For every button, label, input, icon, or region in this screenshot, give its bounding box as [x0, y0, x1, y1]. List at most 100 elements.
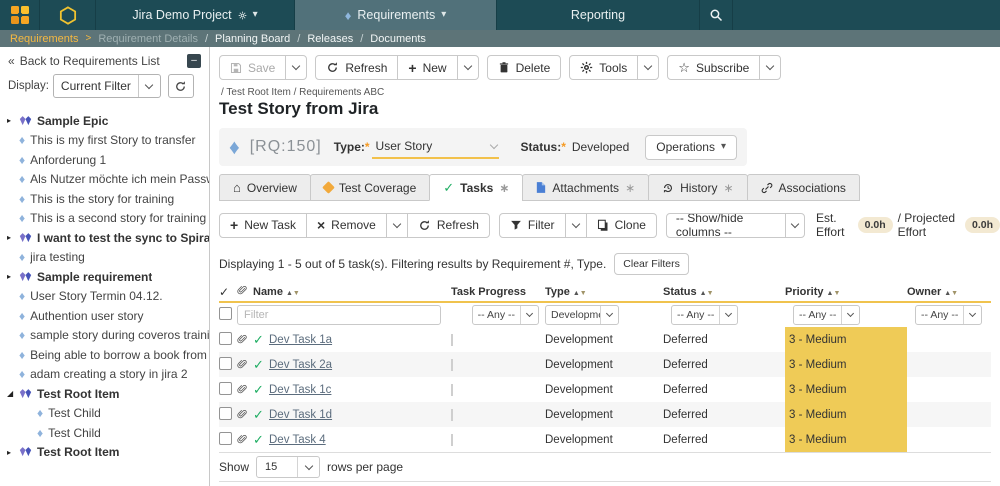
task-refresh-button[interactable]: Refresh — [407, 213, 490, 238]
tree-item[interactable]: ♦jira testing — [0, 248, 209, 268]
tree-item[interactable]: ♦Being able to borrow a book from — [0, 345, 209, 365]
subscribe-button[interactable]: ☆ Subscribe — [667, 55, 760, 80]
collapsed-arrow-icon[interactable]: ▸ — [7, 448, 19, 457]
save-dropdown-button[interactable] — [285, 55, 307, 80]
type-select[interactable]: User Story — [372, 135, 499, 159]
task-name-link[interactable]: Dev Task 4 — [269, 434, 326, 446]
task-check-icon: ✓ — [253, 432, 269, 448]
search-button[interactable] — [700, 0, 733, 30]
tree-item[interactable]: ▸Test Root Item — [0, 443, 209, 463]
sort-desc-icon[interactable]: ▼ — [951, 290, 958, 297]
type-filter-select[interactable]: Developme — [545, 305, 619, 325]
tree-item[interactable]: ▸Sample requirement — [0, 267, 209, 287]
row-checkbox[interactable] — [219, 432, 232, 445]
display-filter-select[interactable]: Current Filter — [53, 74, 161, 98]
row-checkbox[interactable] — [219, 357, 232, 370]
priority-filter-select[interactable]: -- Any -- — [793, 305, 860, 325]
tab-tasks[interactable]: ✓ Tasks ∗ — [429, 174, 523, 201]
tree-item[interactable]: ♦This is the story for training — [0, 189, 209, 209]
tree-item[interactable]: ♦adam creating a story in jira 2 — [0, 365, 209, 385]
show-hide-columns-select[interactable]: -- Show/hide columns -- — [666, 213, 805, 238]
column-header-status[interactable]: Status▲▼ — [663, 286, 785, 298]
remove-task-button[interactable]: × Remove — [306, 213, 387, 238]
filter-dropdown-button[interactable] — [565, 213, 587, 238]
subscribe-dropdown-button[interactable] — [759, 55, 781, 80]
breadcrumb-documents[interactable]: Documents — [370, 33, 426, 45]
tree-item[interactable]: ♦Test Child — [0, 404, 209, 424]
back-to-requirements-link[interactable]: « Back to Requirements List — [8, 54, 160, 68]
tree-item[interactable]: ♦Als Nutzer möchte ich mein Passw — [0, 170, 209, 190]
new-dropdown-button[interactable] — [457, 55, 479, 80]
tree-item[interactable]: ◢Test Root Item — [0, 384, 209, 404]
row-checkbox[interactable] — [219, 382, 232, 395]
tree-item[interactable]: ▸I want to test the sync to Spira — [0, 228, 209, 248]
tab-test-coverage[interactable]: Test Coverage — [310, 174, 430, 201]
new-button[interactable]: + New — [397, 55, 457, 80]
sort-desc-icon[interactable]: ▼ — [833, 290, 840, 297]
sort-asc-icon[interactable]: ▲ — [700, 290, 707, 297]
sort-asc-icon[interactable]: ▲ — [573, 290, 580, 297]
breadcrumb-requirements[interactable]: Requirements — [10, 33, 78, 45]
filter-button[interactable]: Filter — [499, 213, 566, 238]
expanded-arrow-icon[interactable]: ◢ — [7, 389, 19, 398]
column-header-type[interactable]: Type▲▼ — [545, 286, 663, 298]
breadcrumb-planning-board[interactable]: Planning Board — [215, 33, 290, 45]
nav-item-requirements[interactable]: ♦ Requirements ▾ — [295, 0, 497, 30]
tree-item[interactable]: ♦sample story during coveros training — [0, 326, 209, 346]
tree-item[interactable]: ♦User Story Termin 04.12. — [0, 287, 209, 307]
task-name-link[interactable]: Dev Task 1c — [269, 384, 331, 396]
column-header-owner[interactable]: Owner▲▼ — [907, 286, 991, 298]
row-checkbox[interactable] — [219, 407, 232, 420]
sidebar-refresh-button[interactable] — [168, 74, 194, 98]
remove-dropdown-button[interactable] — [386, 213, 408, 238]
tree-item[interactable]: ♦Test Child — [0, 423, 209, 443]
collapse-sidebar-button[interactable]: – — [187, 54, 201, 68]
workspace-switcher[interactable] — [40, 0, 96, 30]
tree-item[interactable]: ♦This is a second story for training — [0, 209, 209, 229]
app-logo[interactable] — [0, 0, 40, 30]
sort-desc-icon[interactable]: ▼ — [580, 290, 587, 297]
task-name-link[interactable]: Dev Task 1d — [269, 409, 332, 421]
clone-button[interactable]: Clone — [586, 213, 657, 238]
clear-filters-button[interactable]: Clear Filters — [614, 253, 689, 275]
select-all-check-icon[interactable]: ✓ — [219, 285, 237, 299]
breadcrumb-releases[interactable]: Releases — [307, 33, 353, 45]
progress-filter-select[interactable]: -- Any -- — [472, 305, 539, 325]
rows-per-page-select[interactable]: 15 — [256, 456, 320, 478]
tab-attachments[interactable]: Attachments ∗ — [522, 174, 649, 201]
collapsed-arrow-icon[interactable]: ▸ — [7, 116, 19, 125]
tree-item-label: Als Nutzer möchte ich mein Passw — [30, 172, 209, 186]
column-header-name[interactable]: Name▲▼ — [253, 286, 451, 298]
select-all-checkbox[interactable] — [219, 307, 232, 320]
task-name-link[interactable]: Dev Task 2a — [269, 359, 332, 371]
refresh-button[interactable]: Refresh — [315, 55, 398, 80]
tools-dropdown-button[interactable] — [637, 55, 659, 80]
tree-item[interactable]: ▸Sample Epic — [0, 111, 209, 131]
task-name-link[interactable]: Dev Task 1a — [269, 334, 332, 346]
nav-item-reporting[interactable]: Reporting — [497, 0, 700, 30]
tools-button[interactable]: Tools — [569, 55, 638, 80]
row-checkbox[interactable] — [219, 332, 232, 345]
save-button[interactable]: Save — [219, 55, 286, 80]
tab-associations[interactable]: Associations — [747, 174, 860, 201]
sort-desc-icon[interactable]: ▼ — [707, 290, 714, 297]
collapsed-arrow-icon[interactable]: ▸ — [7, 272, 19, 281]
sort-asc-icon[interactable]: ▲ — [286, 290, 293, 297]
tree-item[interactable]: ♦Authention user story — [0, 306, 209, 326]
project-menu[interactable]: Jira Demo Project ▾ — [96, 0, 295, 30]
owner-filter-select[interactable]: -- Any -- — [915, 305, 982, 325]
name-filter-input[interactable] — [237, 305, 441, 325]
tree-item[interactable]: ♦Anforderung 1 — [0, 150, 209, 170]
delete-button[interactable]: Delete — [487, 55, 562, 80]
tree-item[interactable]: ♦This is my first Story to transfer — [0, 131, 209, 151]
operations-button[interactable]: Operations ▾ — [645, 135, 737, 160]
collapsed-arrow-icon[interactable]: ▸ — [7, 233, 19, 242]
tab-history[interactable]: History ∗ — [648, 174, 747, 201]
tab-overview[interactable]: ⌂ Overview — [219, 174, 311, 201]
sort-desc-icon[interactable]: ▼ — [293, 290, 300, 297]
task-status-cell: Deferred — [663, 384, 785, 396]
status-filter-select[interactable]: -- Any -- — [671, 305, 738, 325]
new-task-button[interactable]: + New Task — [219, 213, 307, 238]
type-value: User Story — [376, 139, 433, 153]
column-header-priority[interactable]: Priority▲▼ — [785, 286, 907, 298]
